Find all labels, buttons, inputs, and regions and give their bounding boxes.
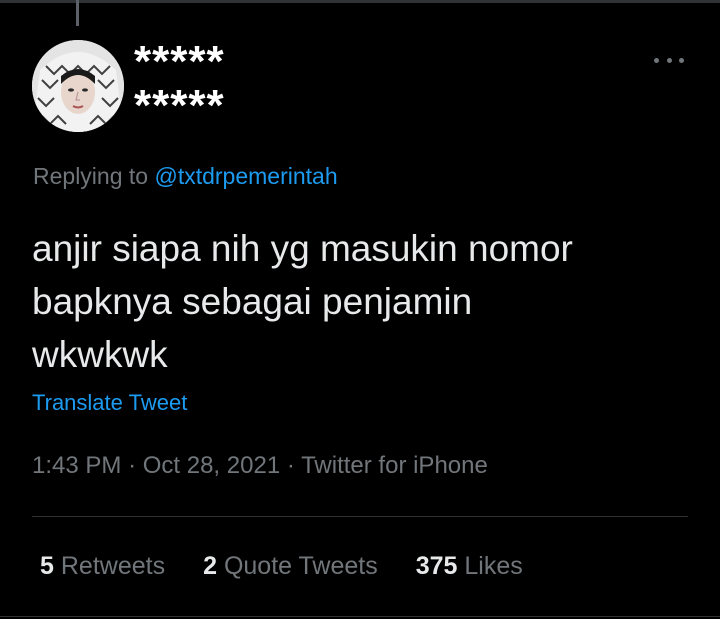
- tweet-source[interactable]: Twitter for iPhone: [301, 452, 488, 479]
- reply-mention-link[interactable]: @txtdrpemerintah: [154, 163, 337, 189]
- tweet-date[interactable]: Oct 28, 2021: [143, 452, 280, 479]
- tweet-time[interactable]: 1:43 PM: [32, 452, 121, 479]
- thread-connector-line: [76, 0, 79, 26]
- likes-stat[interactable]: 375 Likes: [416, 552, 523, 581]
- quote-tweets-count: 2: [203, 552, 217, 580]
- more-options-icon[interactable]: [654, 50, 684, 70]
- tweet-stats: 5 Retweets 2 Quote Tweets 375 Likes: [40, 552, 523, 581]
- dot-icon: [679, 57, 684, 63]
- avatar[interactable]: [32, 40, 124, 132]
- dot-icon: [666, 57, 672, 63]
- quote-tweets-label: Quote Tweets: [223, 552, 378, 580]
- tweet-line: bapknya sebagai penjamin: [32, 281, 473, 322]
- retweets-count: 5: [40, 552, 54, 580]
- replying-to: Replying to @txtdrpemerintah: [33, 163, 338, 190]
- dot-icon: [654, 57, 659, 63]
- author-name-block[interactable]: ***** *****: [134, 38, 394, 128]
- user-avatar-icon: [32, 40, 124, 132]
- likes-count: 375: [415, 552, 458, 580]
- top-border: [0, 0, 720, 3]
- quote-tweets-stat[interactable]: 2 Quote Tweets: [203, 552, 378, 581]
- meta-separator: ·: [128, 452, 137, 479]
- retweets-stat[interactable]: 5 Retweets: [40, 552, 165, 581]
- tweet-line: anjir siapa nih yg masukin nomor: [32, 228, 573, 269]
- meta-separator: ·: [286, 452, 295, 479]
- retweets-label: Retweets: [60, 552, 166, 580]
- translate-tweet-link[interactable]: Translate Tweet: [32, 390, 187, 416]
- likes-label: Likes: [464, 552, 523, 580]
- tweet-text: anjir siapa nih yg masukin nomor bapknya…: [32, 222, 692, 381]
- bottom-divider: [0, 616, 720, 617]
- replying-prefix: Replying to: [33, 163, 149, 189]
- divider: [32, 516, 688, 517]
- tweet-meta: 1:43 PM · Oct 28, 2021 · Twitter for iPh…: [32, 452, 488, 480]
- handle-censored: *****: [134, 81, 225, 130]
- tweet-line: wkwkwk: [32, 334, 168, 375]
- display-name-censored: *****: [134, 37, 225, 86]
